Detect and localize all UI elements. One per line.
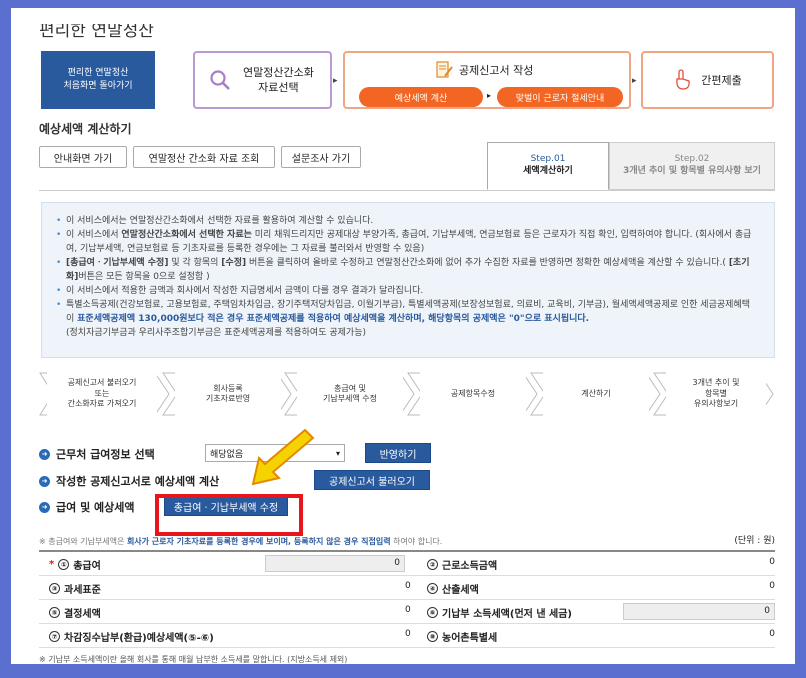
document-pencil-icon — [436, 61, 453, 78]
row-employer-select: ➜ 근무처 급여정보 선택 — [39, 446, 155, 462]
flow-step-deduction: 공제항목수정 — [420, 372, 526, 416]
step-arrow-icon: ▸ — [632, 76, 637, 86]
tab-step2-trend[interactable]: Step.02 3개년 추이 및 항목별 유의사항 보기 — [609, 142, 775, 190]
step-simple-submit[interactable]: 간편제출 — [641, 51, 774, 109]
circled-number-icon: ② — [427, 559, 438, 570]
flow-step-company: 회사등록 기초자료반영 — [175, 372, 281, 416]
tax-table: * ① 총급여 0 ② 근로소득금액 0 ③ 과세표준 0 ④ 산출세액 0 ⑤… — [39, 550, 775, 648]
notice-item: [총급여ㆍ기납부세액 수정] 및 각 항목의 [수정] 버튼을 클릭하여 올바로… — [56, 257, 758, 285]
footnote: ※ 기납부 소득세액이란 올해 회사를 통해 매월 납부한 소득세를 말합니다.… — [39, 655, 348, 664]
table-note: ※ 총급여와 기납부세액은 회사가 근로자 기초자료를 등록한 경우에 보이며,… — [39, 537, 443, 546]
circled-number-icon: ⑧ — [427, 631, 438, 642]
pointing-hand-icon — [676, 69, 691, 90]
section-title: 예상세액 계산하기 — [39, 122, 132, 136]
magnifier-icon — [210, 70, 230, 90]
item-value: 0 — [769, 557, 775, 567]
table-row: * ① 총급여 0 ② 근로소득금액 0 — [39, 552, 775, 576]
flow-step-calc: 계산하기 — [543, 372, 649, 416]
step-data-select[interactable]: 연말정산간소화 자료선택 — [193, 51, 332, 109]
total-salary-field[interactable]: 0 — [265, 555, 405, 572]
item-value: 0 — [405, 605, 411, 615]
page-title: 편리한 연말정산 — [39, 21, 154, 41]
row-form-calc: ➜ 작성한 공제신고서로 예상세액 계산 — [39, 473, 219, 489]
notice-item: 이 서비스에서 적용한 금액과 회사에서 작성한 지급명세서 금액이 다를 경우… — [56, 285, 758, 299]
simplified-data-lookup-button[interactable]: 연말정산 간소화 자료 조회 — [133, 146, 275, 168]
guide-page-button[interactable]: 안내화면 가기 — [39, 146, 127, 168]
main-frame: 편리한 연말정산 편리한 연말정산 처음화면 돌아가기 연말정산간소화 자료선택… — [11, 8, 795, 664]
circled-number-icon: ① — [58, 559, 70, 570]
dual-income-pill[interactable]: 맞벌이 근로자 절세안내 — [497, 87, 623, 107]
item-value: 0 — [769, 581, 775, 591]
highlight-arrow-icon — [251, 428, 315, 486]
process-flow: 공제신고서 불러오기 또는 간소화자료 가져오기 회사등록 기초자료반영 총급여… — [39, 372, 775, 416]
notice-item: 이 서비스에서는 연말정산간소화에서 선택한 자료를 활용하여 계산할 수 있습… — [56, 215, 758, 229]
item-value: 0 — [769, 629, 775, 639]
circled-number-icon: ⑥ — [427, 607, 438, 618]
pill-arrow-icon: ▸ — [487, 91, 492, 100]
unit-label: (단위 : 원) — [734, 536, 775, 546]
item-label: 과세표준 — [64, 585, 101, 596]
flow-step-load: 공제신고서 불러오기 또는 간소화자료 가져오기 — [47, 372, 157, 416]
home-shortcut-button[interactable]: 편리한 연말정산 처음화면 돌아가기 — [41, 51, 155, 109]
survey-button[interactable]: 설문조사 가기 — [281, 146, 361, 168]
item-label: 기납부 소득세액(먼저 낸 세금) — [442, 609, 572, 620]
step3-label: 간편제출 — [701, 74, 742, 87]
tab-step1-calc[interactable]: Step.01 세액계산하기 — [487, 142, 609, 190]
circled-number-icon: ④ — [427, 583, 438, 594]
highlight-box — [155, 494, 303, 536]
item-value: 0 — [405, 581, 411, 591]
circled-number-icon: ⑤ — [49, 607, 60, 618]
item-value: 0 — [405, 629, 411, 639]
table-row: ⑦ 차감징수납부(환급)예상세액(⑤-⑥) 0 ⑧ 농어촌특별세 0 — [39, 624, 775, 648]
load-form-button[interactable]: 공제신고서 불러오기 — [314, 470, 430, 490]
notice-item: 이 서비스에서 연말정산간소화에서 선택한 자료는 미리 채워드리지만 공제대상… — [56, 229, 758, 257]
arrow-circle-icon: ➜ — [39, 448, 50, 460]
item-label: 근로소득금액 — [442, 561, 498, 572]
flow-step-salary: 총급여 및 기납부세액 수정 — [297, 372, 403, 416]
item-label: 총급여 — [73, 561, 101, 572]
row-salary-tax: ➜ 급여 및 예상세액 — [39, 499, 135, 515]
chevron-down-icon: ▾ — [335, 448, 340, 458]
flow-step-trend: 3개년 추이 및 항목별 유의사항보기 — [666, 372, 766, 416]
apply-button[interactable]: 반영하기 — [365, 443, 431, 463]
step-deduction-form: 공제신고서 작성 예상세액 계산 ▸ 맞벌이 근로자 절세안내 — [343, 51, 631, 109]
arrow-circle-icon: ➜ — [39, 475, 50, 487]
tax-estimate-pill[interactable]: 예상세액 계산 — [359, 87, 483, 107]
circled-number-icon: ③ — [49, 583, 60, 594]
circled-number-icon: ⑦ — [49, 631, 60, 642]
notice-item: 특별소득공제(건강보험료, 고용보험료, 주택임차차입금, 장기주택저당차입금,… — [56, 299, 758, 341]
prepaid-tax-field[interactable]: 0 — [623, 603, 775, 620]
item-label: 차감징수납부(환급)예상세액(⑤-⑥) — [64, 633, 214, 644]
arrow-circle-icon: ➜ — [39, 501, 50, 513]
item-label: 산출세액 — [442, 585, 479, 596]
step2-title: 공제신고서 작성 — [459, 64, 534, 77]
table-row: ⑤ 결정세액 0 ⑥ 기납부 소득세액(먼저 낸 세금) 0 — [39, 600, 775, 624]
table-row: ③ 과세표준 0 ④ 산출세액 0 — [39, 576, 775, 600]
item-label: 결정세액 — [64, 609, 101, 620]
notice-box: 이 서비스에서는 연말정산간소화에서 선택한 자료를 활용하여 계산할 수 있습… — [41, 202, 775, 358]
tab-divider — [39, 190, 775, 191]
step-arrow-icon: ▸ — [333, 76, 338, 86]
step1-label: 연말정산간소화 자료선택 — [243, 65, 314, 94]
item-label: 농어촌특별세 — [442, 633, 498, 644]
